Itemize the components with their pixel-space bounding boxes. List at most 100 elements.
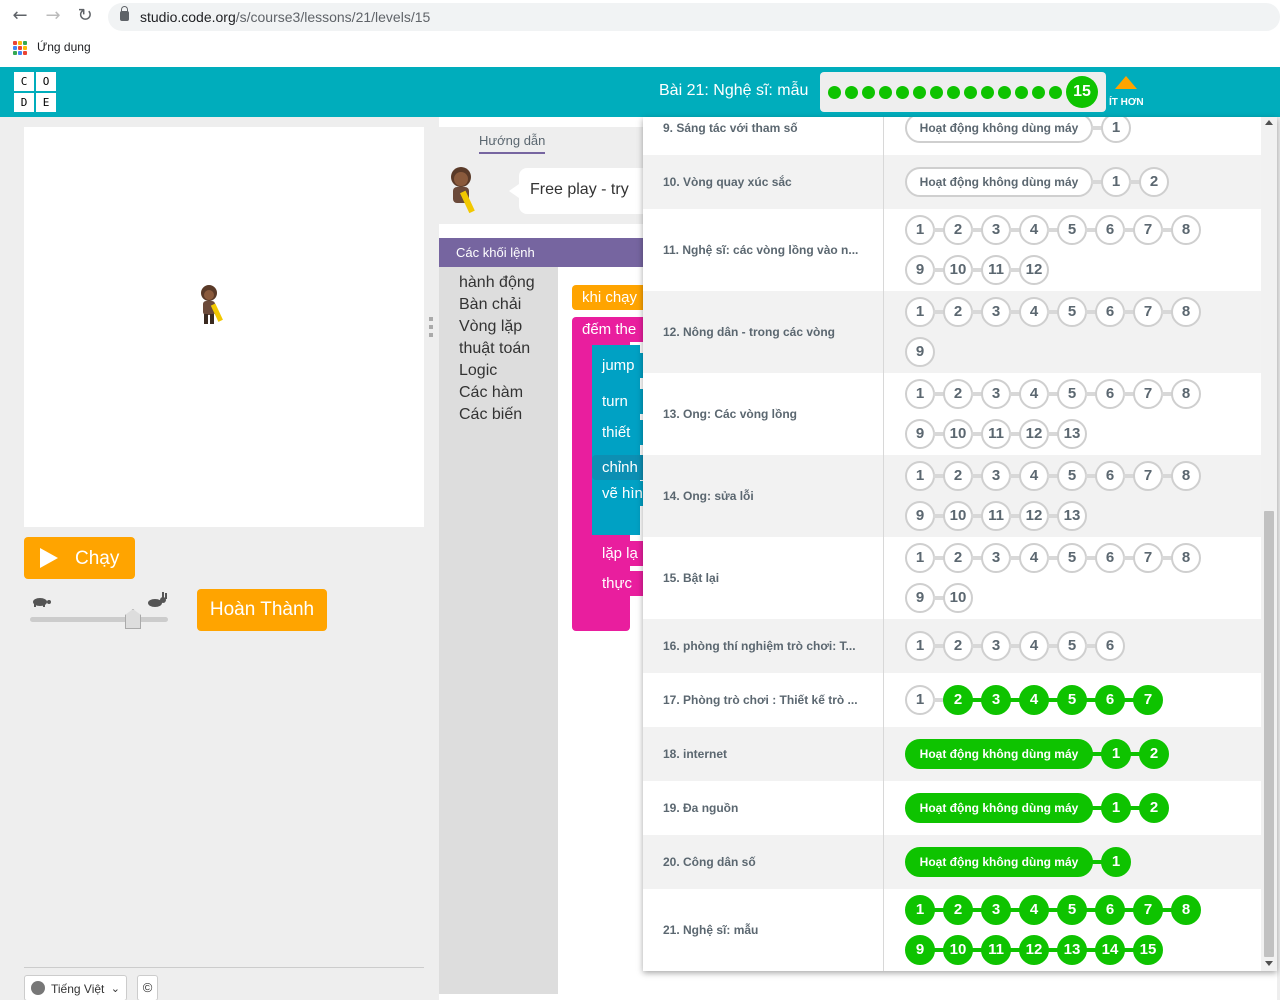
back-icon[interactable]: ← [10, 6, 30, 26]
level-bubble[interactable]: 4 [1019, 895, 1049, 925]
level-bubble[interactable]: 9 [905, 583, 935, 613]
level-bubble[interactable]: 6 [1095, 215, 1125, 245]
level-bubble[interactable]: 7 [1133, 685, 1163, 715]
level-bubble[interactable]: 2 [1139, 793, 1169, 823]
level-bubble[interactable]: 5 [1057, 543, 1087, 573]
level-bubble[interactable]: 2 [943, 379, 973, 409]
level-bubble[interactable]: 6 [1095, 379, 1125, 409]
progress-dot[interactable] [862, 86, 875, 99]
unplugged-activity-bubble[interactable]: Hoạt động không dùng máy [905, 117, 1093, 143]
level-bubble[interactable]: 10 [943, 255, 973, 285]
level-bubble[interactable]: 10 [943, 583, 973, 613]
level-bubble[interactable]: 1 [905, 543, 935, 573]
lesson-name[interactable]: 20. Công dân số [663, 855, 756, 869]
apps-bookmark[interactable]: Ứng dụng [37, 40, 91, 54]
level-bubble[interactable]: 6 [1095, 631, 1125, 661]
level-bubble[interactable]: 2 [943, 543, 973, 573]
run-button[interactable]: Chạy [24, 537, 135, 579]
pane-resize-handle[interactable] [428, 317, 434, 337]
forward-icon[interactable]: → [43, 6, 63, 26]
level-bubble[interactable]: 11 [981, 501, 1011, 531]
lesson-name[interactable]: 9. Sáng tác với tham số [663, 121, 798, 135]
lesson-name[interactable]: 12. Nông dân - trong các vòng [663, 325, 835, 339]
level-bubble[interactable]: 2 [943, 895, 973, 925]
level-bubble[interactable]: 1 [1101, 793, 1131, 823]
progress-dot[interactable] [1015, 86, 1028, 99]
scroll-up-icon[interactable] [1265, 120, 1273, 125]
level-bubble[interactable]: 5 [1057, 379, 1087, 409]
progress-dot[interactable] [879, 86, 892, 99]
level-bubble[interactable]: 9 [905, 337, 935, 367]
language-select[interactable]: Tiếng Việt ⌄ [24, 975, 127, 1000]
level-bubble[interactable]: 1 [1101, 847, 1131, 877]
level-bubble[interactable]: 10 [943, 419, 973, 449]
lesson-name[interactable]: 11. Nghệ sĩ: các vòng lồng vào n... [663, 243, 858, 257]
level-bubble[interactable]: 1 [905, 379, 935, 409]
level-bubble[interactable]: 5 [1057, 685, 1087, 715]
reload-icon[interactable]: ↻ [75, 6, 95, 26]
lesson-title[interactable]: Bài 21: Nghệ sĩ: mẫu [659, 82, 808, 100]
level-bubble[interactable]: 11 [981, 419, 1011, 449]
level-bubble[interactable]: 1 [905, 461, 935, 491]
level-bubble[interactable]: 7 [1133, 379, 1163, 409]
level-bubble[interactable]: 1 [1101, 167, 1131, 197]
finish-button[interactable]: Hoàn Thành [197, 589, 327, 631]
level-bubble[interactable]: 6 [1095, 297, 1125, 327]
level-bubble[interactable]: 9 [905, 501, 935, 531]
level-bubble[interactable]: 4 [1019, 685, 1049, 715]
toolbox-category[interactable]: Các hàm [459, 384, 523, 402]
progress-dot[interactable] [998, 86, 1011, 99]
slider-track[interactable] [30, 617, 168, 622]
lesson-name[interactable]: 17. Phòng trò chơi : Thiết kế trò ... [663, 693, 858, 707]
level-bubble[interactable]: 12 [1019, 935, 1049, 965]
level-bubble[interactable]: 15 [1133, 935, 1163, 965]
level-bubble[interactable]: 7 [1133, 461, 1163, 491]
address-bar[interactable]: studio.code.org/s/course3/lessons/21/lev… [108, 3, 1280, 31]
level-bubble[interactable]: 7 [1133, 297, 1163, 327]
progress-dot[interactable] [828, 86, 841, 99]
progress-dot[interactable] [1032, 86, 1045, 99]
level-bubble[interactable]: 12 [1019, 255, 1049, 285]
level-bubble[interactable]: 8 [1171, 461, 1201, 491]
level-bubble[interactable]: 7 [1133, 215, 1163, 245]
level-bubble[interactable]: 4 [1019, 379, 1049, 409]
lesson-name[interactable]: 21. Nghệ sĩ: mẫu [663, 923, 758, 937]
level-bubble[interactable]: 8 [1171, 215, 1201, 245]
toolbox-category[interactable]: hành động [459, 274, 535, 292]
lesson-name[interactable]: 13. Ong: Các vòng lồng [663, 407, 797, 421]
copyright-button[interactable]: © [137, 975, 158, 1000]
level-bubble[interactable]: 2 [943, 461, 973, 491]
toolbox-category[interactable]: Logic [459, 362, 497, 380]
level-bubble[interactable]: 3 [981, 685, 1011, 715]
level-bubble[interactable]: 2 [943, 631, 973, 661]
unplugged-activity-bubble[interactable]: Hoạt động không dùng máy [905, 793, 1093, 823]
unplugged-activity-bubble[interactable]: Hoạt động không dùng máy [905, 167, 1093, 197]
level-bubble[interactable]: 4 [1019, 297, 1049, 327]
level-bubble[interactable]: 3 [981, 543, 1011, 573]
level-bubble[interactable]: 10 [943, 935, 973, 965]
level-bubble[interactable]: 3 [981, 297, 1011, 327]
level-bubble[interactable]: 4 [1019, 461, 1049, 491]
progress-dot[interactable] [845, 86, 858, 99]
level-bubble[interactable]: 2 [1139, 167, 1169, 197]
level-bubble[interactable]: 5 [1057, 461, 1087, 491]
current-level-bubble[interactable]: 15 [1066, 76, 1098, 108]
when-run-block[interactable]: khi chạy [572, 285, 652, 310]
level-bubble[interactable]: 13 [1057, 935, 1087, 965]
show-less-button[interactable]: ÍT HƠN [1109, 76, 1149, 114]
lesson-name[interactable]: 10. Vòng quay xúc sắc [663, 175, 792, 189]
level-bubble[interactable]: 1 [905, 631, 935, 661]
level-bubble[interactable]: 4 [1019, 215, 1049, 245]
lesson-name[interactable]: 14. Ong: sửa lỗi [663, 489, 754, 503]
progress-dot[interactable] [1049, 86, 1062, 99]
level-bubble[interactable]: 1 [905, 215, 935, 245]
lesson-name[interactable]: 19. Đa nguồn [663, 801, 738, 815]
level-bubble[interactable]: 12 [1019, 501, 1049, 531]
level-bubble[interactable]: 2 [943, 215, 973, 245]
level-bubble[interactable]: 4 [1019, 631, 1049, 661]
level-bubble[interactable]: 4 [1019, 543, 1049, 573]
toolbox-category[interactable]: thuật toán [459, 340, 530, 358]
level-bubble[interactable]: 8 [1171, 543, 1201, 573]
level-bubble[interactable]: 10 [943, 501, 973, 531]
toolbox-category[interactable]: Vòng lặp [459, 318, 522, 336]
